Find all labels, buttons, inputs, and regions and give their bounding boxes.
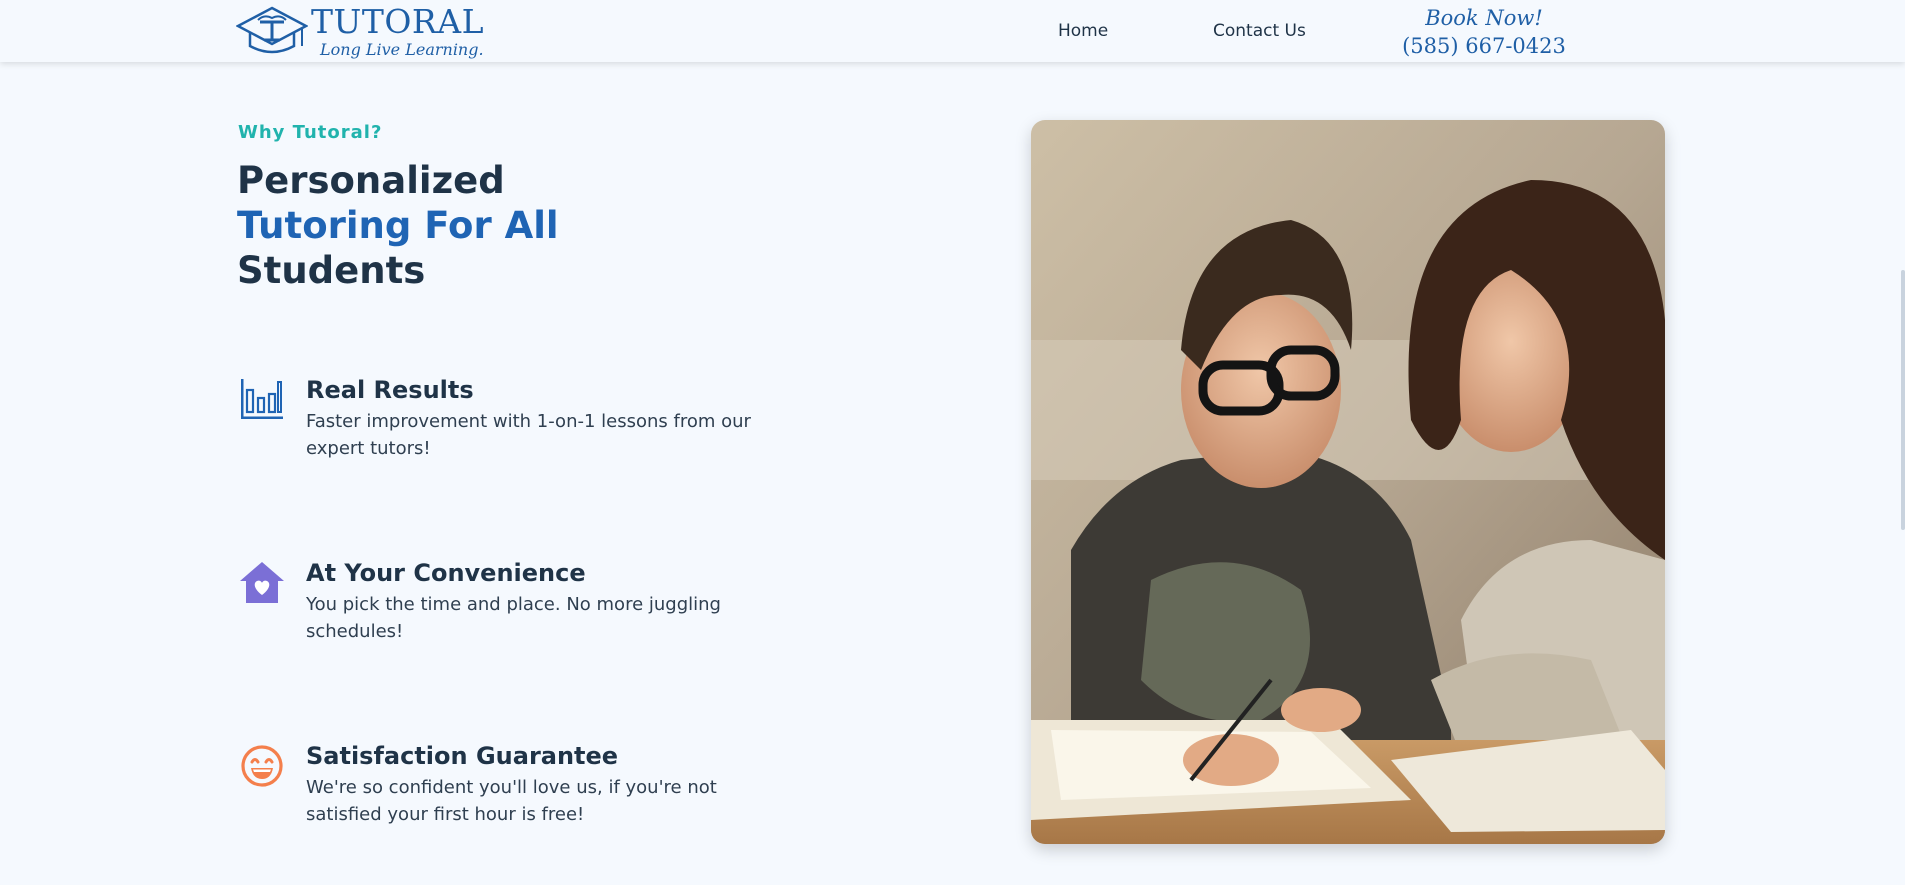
house-heart-icon (240, 562, 284, 603)
feature-title: Real Results (306, 376, 474, 404)
section-eyebrow: Why Tutoral? (238, 122, 383, 143)
nav-home-link[interactable]: Home (1058, 21, 1108, 41)
headline-line-3: Students (237, 249, 426, 292)
logo[interactable]: TUTORAL Long Live Learning. (236, 4, 496, 60)
logo-tagline: Long Live Learning. (320, 40, 484, 59)
phone-number[interactable]: (585) 667-0423 (1400, 32, 1568, 60)
feature-text: Faster improvement with 1-on-1 lessons f… (306, 411, 751, 459)
headline-line-1: Personalized (237, 159, 505, 202)
scrollbar-thumb[interactable] (1901, 270, 1905, 530)
headline-line-2: Tutoring For All (237, 204, 559, 247)
photo-illustration (1031, 120, 1665, 844)
graduation-cap-logo-icon (236, 6, 308, 54)
smiley-face-icon (241, 745, 283, 787)
tutor-and-student-photo (1031, 120, 1665, 844)
logo-title: TUTORAL (311, 2, 484, 41)
feature-text: You pick the time and place. No more jug… (306, 594, 721, 642)
feature-text: We're so confident you'll love us, if yo… (306, 777, 717, 825)
section-headline: Personalized Tutoring For All Students (237, 158, 559, 293)
feature-title: Satisfaction Guarantee (306, 742, 619, 770)
book-now-cta[interactable]: Book Now! (585) 667-0423 (1400, 4, 1568, 60)
bar-chart-icon (241, 379, 283, 419)
feature-title: At Your Convenience (306, 559, 586, 587)
book-now-label[interactable]: Book Now! (1400, 4, 1568, 32)
site-header: TUTORAL Long Live Learning. Home Contact… (0, 0, 1905, 62)
nav-contact-link[interactable]: Contact Us (1213, 21, 1306, 41)
